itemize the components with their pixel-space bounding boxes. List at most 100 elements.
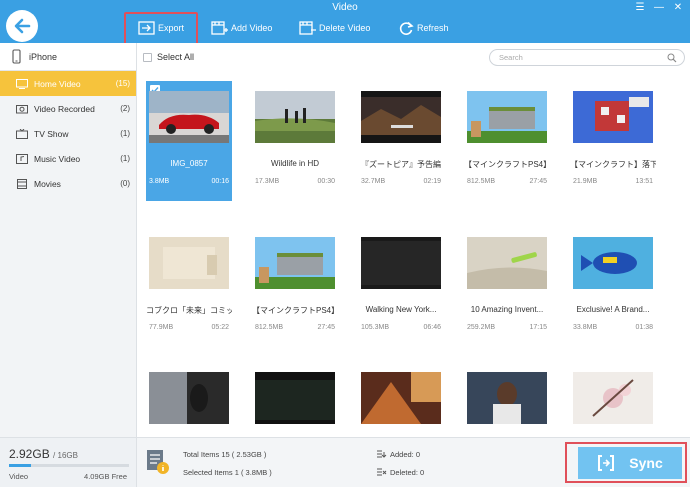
document-info-icon xyxy=(147,450,169,474)
added-count: Added: 0 xyxy=(390,450,421,459)
delete-video-label: Delete Video xyxy=(319,23,371,33)
video-thumbnail xyxy=(573,372,653,424)
video-duration: 27:45 xyxy=(317,324,335,331)
search-input[interactable]: Search xyxy=(489,49,685,66)
video-size: 33.8MB xyxy=(573,324,598,331)
video-grid: IMG_0857 3.8MB 00:16 Wildlife in HD 17.3… xyxy=(146,80,686,437)
sidebar-item-label: Video Recorded xyxy=(34,103,95,114)
storage-bar xyxy=(9,464,129,467)
select-all[interactable]: Select All xyxy=(143,52,194,62)
sidebar-item-movies[interactable]: Movies (0) xyxy=(0,171,136,196)
sidebar-item-video-recorded[interactable]: Video Recorded (2) xyxy=(0,96,136,121)
video-thumbnail xyxy=(467,237,547,289)
video-tile[interactable]: Exclusive! A Brand... 33.8MB 01:38 xyxy=(570,227,656,347)
video-duration: 00:16 xyxy=(211,178,229,185)
sync-button[interactable]: Sync xyxy=(578,447,682,479)
video-thumbnail xyxy=(467,372,547,424)
video-size: 3.8MB xyxy=(149,178,170,185)
video-thumbnail xyxy=(573,91,653,143)
video-size: 77.9MB xyxy=(149,324,174,331)
sidebar-item-label: TV Show xyxy=(34,128,69,139)
video-title: 【マインクラフト】落下... xyxy=(570,160,656,169)
export-highlight xyxy=(124,12,198,46)
film-icon xyxy=(16,178,28,189)
video-tile[interactable]: 【マインクラフトPS4】も... 812.5MB 27:45 xyxy=(464,81,550,201)
video-title: Exclusive! A Brand... xyxy=(576,305,650,314)
video-tile[interactable]: 【マインクラフト】落下... 21.9MB 13:51 xyxy=(570,81,656,201)
video-tile[interactable]: 『ズートピア』予告編 32.7MB 02:19 xyxy=(358,81,444,201)
video-thumbnail xyxy=(361,237,441,289)
delete-video-button[interactable]: Delete Video xyxy=(299,18,370,38)
sidebar-item-tv-show[interactable]: TV Show (1) xyxy=(0,121,136,146)
add-video-button[interactable]: Add Video xyxy=(211,18,272,38)
sidebar-item-home-video[interactable]: Home Video (15) xyxy=(0,71,136,96)
refresh-button[interactable]: Refresh xyxy=(399,18,449,38)
search-icon xyxy=(667,53,677,63)
refresh-icon xyxy=(399,21,414,35)
video-tile[interactable]: Walking New York... 105.3MB 06:46 xyxy=(358,227,444,347)
sync-label: Sync xyxy=(629,455,663,471)
delete-video-icon xyxy=(299,21,316,35)
video-title: Wildlife in HD xyxy=(270,159,319,168)
video-size: 21.9MB xyxy=(573,178,598,185)
status-bar: 2.92GB / 16GB Video 4.09GB Free Total It… xyxy=(0,437,690,487)
selected-items: Selected Items 1 ( 3.8MB ) xyxy=(183,468,272,477)
video-duration: 00:30 xyxy=(317,178,335,185)
video-thumbnail xyxy=(361,91,441,143)
home-video-icon xyxy=(16,78,28,89)
select-all-checkbox[interactable] xyxy=(143,52,152,62)
sidebar-item-music-video[interactable]: Music Video (1) xyxy=(0,146,136,171)
added-icon xyxy=(377,450,387,458)
video-title: IMG_0857 xyxy=(170,159,208,168)
video-panel: Select All Search IMG_0857 3.8MB 00:16 W… xyxy=(137,43,690,437)
video-thumbnail xyxy=(255,91,335,143)
top-toolbar: Video ☰ — ✕ Export Add Video Delete Vide… xyxy=(0,0,690,46)
sidebar-item-label: Movies xyxy=(34,178,61,189)
refresh-label: Refresh xyxy=(417,23,449,33)
storage-total: / 16GB xyxy=(53,451,78,460)
video-size: 812.5MB xyxy=(255,324,284,331)
device-selector[interactable]: iPhone xyxy=(0,43,136,71)
close-icon[interactable]: ✕ xyxy=(672,3,684,13)
storage-panel: 2.92GB / 16GB Video 4.09GB Free xyxy=(0,438,137,487)
video-size: 32.7MB xyxy=(361,178,386,185)
video-size: 259.2MB xyxy=(467,324,496,331)
video-thumbnail xyxy=(149,237,229,289)
video-thumbnail xyxy=(255,372,335,424)
sidebar-item-label: Home Video xyxy=(34,78,81,89)
sidebar-item-count: (1) xyxy=(120,129,130,138)
video-title: コブクロ「未来」コミッ... xyxy=(146,306,232,315)
storage-used: 2.92GB xyxy=(9,447,50,461)
video-tile[interactable]: IMG_0857 3.8MB 00:16 xyxy=(146,81,232,201)
video-title: 『ズートピア』予告編 xyxy=(361,160,441,169)
tv-icon xyxy=(16,128,28,139)
video-tile[interactable]: 10 Amazing Invent... 259.2MB 17:15 xyxy=(464,227,550,347)
sync-icon xyxy=(598,455,615,471)
video-duration: 06:46 xyxy=(423,324,441,331)
video-thumbnail xyxy=(149,91,229,143)
storage-type: Video xyxy=(9,472,29,481)
sidebar-item-count: (2) xyxy=(120,104,130,113)
arrow-left-icon xyxy=(14,18,31,34)
storage-bar-fill xyxy=(9,464,31,467)
select-all-label: Select All xyxy=(157,52,195,62)
menu-icon[interactable]: ☰ xyxy=(634,3,646,13)
window-title: Video xyxy=(332,2,358,13)
video-size: 17.3MB xyxy=(255,178,280,185)
video-tile[interactable]: 【マインクラフトPS4】も... 812.5MB 27:45 xyxy=(252,227,338,347)
search-placeholder: Search xyxy=(499,53,523,62)
video-tile[interactable]: Wildlife in HD 17.3MB 00:30 xyxy=(252,81,338,201)
video-thumbnail xyxy=(149,372,229,424)
video-size: 105.3MB xyxy=(361,324,390,331)
video-duration: 13:51 xyxy=(635,178,653,185)
video-thumbnail xyxy=(361,372,441,424)
back-button[interactable] xyxy=(6,10,38,42)
video-title: 【マインクラフトPS4】も... xyxy=(252,306,338,315)
minimize-icon[interactable]: — xyxy=(653,3,665,13)
deleted-icon xyxy=(377,468,387,476)
video-tile[interactable]: コブクロ「未来」コミッ... 77.9MB 05:22 xyxy=(146,227,232,347)
video-size: 812.5MB xyxy=(467,178,496,185)
add-video-label: Add Video xyxy=(231,23,273,33)
video-title: 【マインクラフトPS4】も... xyxy=(464,160,550,169)
video-duration: 05:22 xyxy=(211,324,229,331)
